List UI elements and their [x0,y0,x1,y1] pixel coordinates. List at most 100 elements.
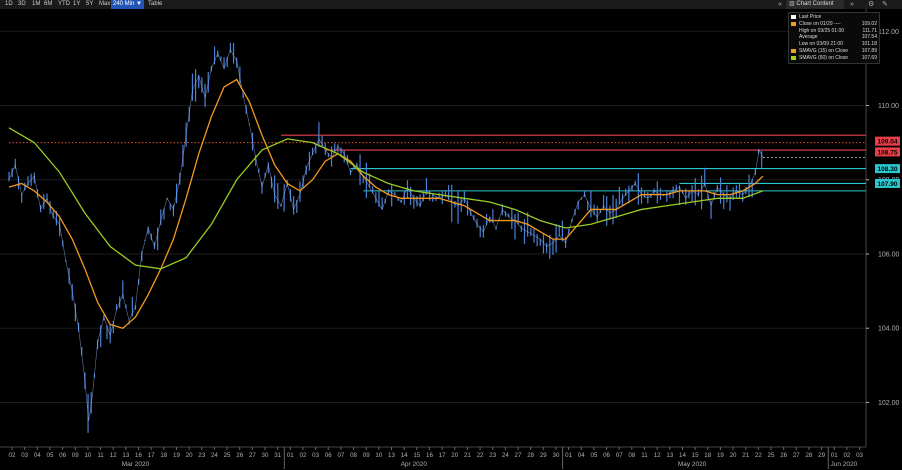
x-tick-label: 24 [502,452,509,459]
legend-value: 111.71 [862,27,877,34]
price-tag-label: 107.90 [878,181,898,188]
period-0[interactable]: 1D [3,0,15,9]
legend-label: SMAVG (15) on Close [799,47,849,54]
period-4[interactable]: YTD [56,0,72,9]
legend-value: 101.18 [861,41,877,48]
x-tick-label: 07 [616,452,623,459]
legend-swatch[interactable] [791,15,796,20]
double-right-chevron-icon[interactable]: » [850,0,854,9]
x-tick-label: 25 [224,452,231,459]
x-month-label: Jun 2020 [831,461,858,468]
legend-swatch[interactable] [791,49,796,54]
x-tick-label: 31 [274,452,281,459]
x-tick-label: 12 [110,452,117,459]
x-tick-label: 16 [135,452,142,459]
x-tick-label: 23 [198,452,205,459]
chart-content-button[interactable]: ▥ Chart Content [786,0,844,9]
x-tick-label: 06 [603,452,610,459]
x-tick-label: 03 [21,452,28,459]
x-month-label: May 2020 [678,461,707,468]
x-tick-label: 29 [540,452,547,459]
legend-swatch[interactable] [791,36,796,40]
x-tick-label: 01 [287,452,294,459]
x-tick-label: 27 [249,452,256,459]
sma15-line [8,78,764,329]
period-6[interactable]: 5Y [84,0,95,9]
period-8[interactable]: 240 Min ▼ [111,0,144,9]
x-tick-label: 21 [742,452,749,459]
legend-label: High on 03/25 01:00 [799,27,845,34]
x-tick-label: 13 [122,452,129,459]
x-tick-label: 06 [325,452,332,459]
x-tick-label: 23 [489,452,496,459]
legend-label: Low on 03/09 21:00 [799,41,843,48]
y-tick-label: 104.00 [878,326,900,333]
x-tick-label: 26 [780,452,787,459]
table-button[interactable]: Table [148,0,162,9]
x-tick-label: 09 [72,452,79,459]
x-tick-label: 04 [578,452,585,459]
legend-label: Average [799,34,818,41]
x-tick-label: 28 [806,452,813,459]
x-tick-label: 11 [641,452,648,459]
legend-row: SMAVG (15) on Close 107.89 [791,48,877,55]
legend-value: 109.02 [861,20,877,27]
period-2[interactable]: 1M [30,0,42,9]
legend-row: Close on 01/29 ---- 109.02 [791,21,877,28]
gear-icon[interactable]: ⚙ [868,0,874,9]
x-month-label: Mar 2020 [122,461,150,468]
x-tick-label: 03 [856,452,863,459]
period-3[interactable]: 6M [42,0,54,9]
x-tick-label: 15 [692,452,699,459]
x-tick-label: 20 [186,452,193,459]
legend-row: Low on 03/09 21:00 101.18 [791,41,877,48]
x-tick-label: 27 [515,452,522,459]
x-tick-label: 22 [755,452,762,459]
legend-swatch[interactable] [791,56,796,61]
legend-row: Last Price [791,14,877,21]
legend-swatch[interactable] [791,22,796,27]
x-tick-label: 01 [565,452,572,459]
chart-icon: ▥ [789,1,795,7]
double-left-chevron-icon[interactable]: « [778,0,782,9]
x-tick-label: 18 [704,452,711,459]
x-tick-label: 30 [262,452,269,459]
x-tick-label: 06 [59,452,66,459]
x-tick-label: 07 [337,452,344,459]
chart-content-label: Chart Content [796,1,834,7]
x-tick-label: 29 [818,452,825,459]
x-tick-label: 10 [375,452,382,459]
legend-row: Average 107.54 [791,34,877,41]
legend-swatch[interactable] [791,29,796,33]
x-tick-label: 02 [9,452,16,459]
legend-label: Close on 01/29 ---- [799,20,841,27]
chart-legend: Last Price Close on 01/29 ---- 109.02 High … [788,12,880,64]
x-tick-label: 15 [413,452,420,459]
period-1[interactable]: 3D [16,0,28,9]
legend-swatch[interactable] [791,43,796,47]
x-tick-label: 13 [388,452,395,459]
price-chart[interactable]: 112.00110.00108.00106.00104.00102.000203… [0,9,902,470]
y-tick-label: 110.00 [878,103,899,110]
x-tick-label: 02 [300,452,307,459]
x-tick-label: 27 [793,452,800,459]
legend-value: 107.89 [861,47,877,54]
y-tick-label: 112.00 [878,29,899,36]
legend-value: 107.54 [861,34,877,41]
legend-row: SMAVG (60) on Close 107.69 [791,55,877,62]
legend-label: Last Price [799,14,822,20]
x-tick-label: 25 [768,452,775,459]
x-tick-label: 19 [173,452,180,459]
pencil-icon[interactable]: ✎ [882,0,888,9]
x-tick-label: 05 [47,452,54,459]
x-tick-label: 30 [553,452,560,459]
y-tick-label: 106.00 [878,251,900,258]
price-tag-label: 109.04 [878,139,898,146]
x-tick-label: 19 [717,452,724,459]
x-tick-label: 01 [831,452,838,459]
x-tick-label: 26 [236,452,243,459]
x-tick-label: 03 [312,452,319,459]
x-tick-label: 12 [654,452,661,459]
y-tick-label: 102.00 [878,400,900,407]
period-5[interactable]: 1Y [71,0,82,9]
